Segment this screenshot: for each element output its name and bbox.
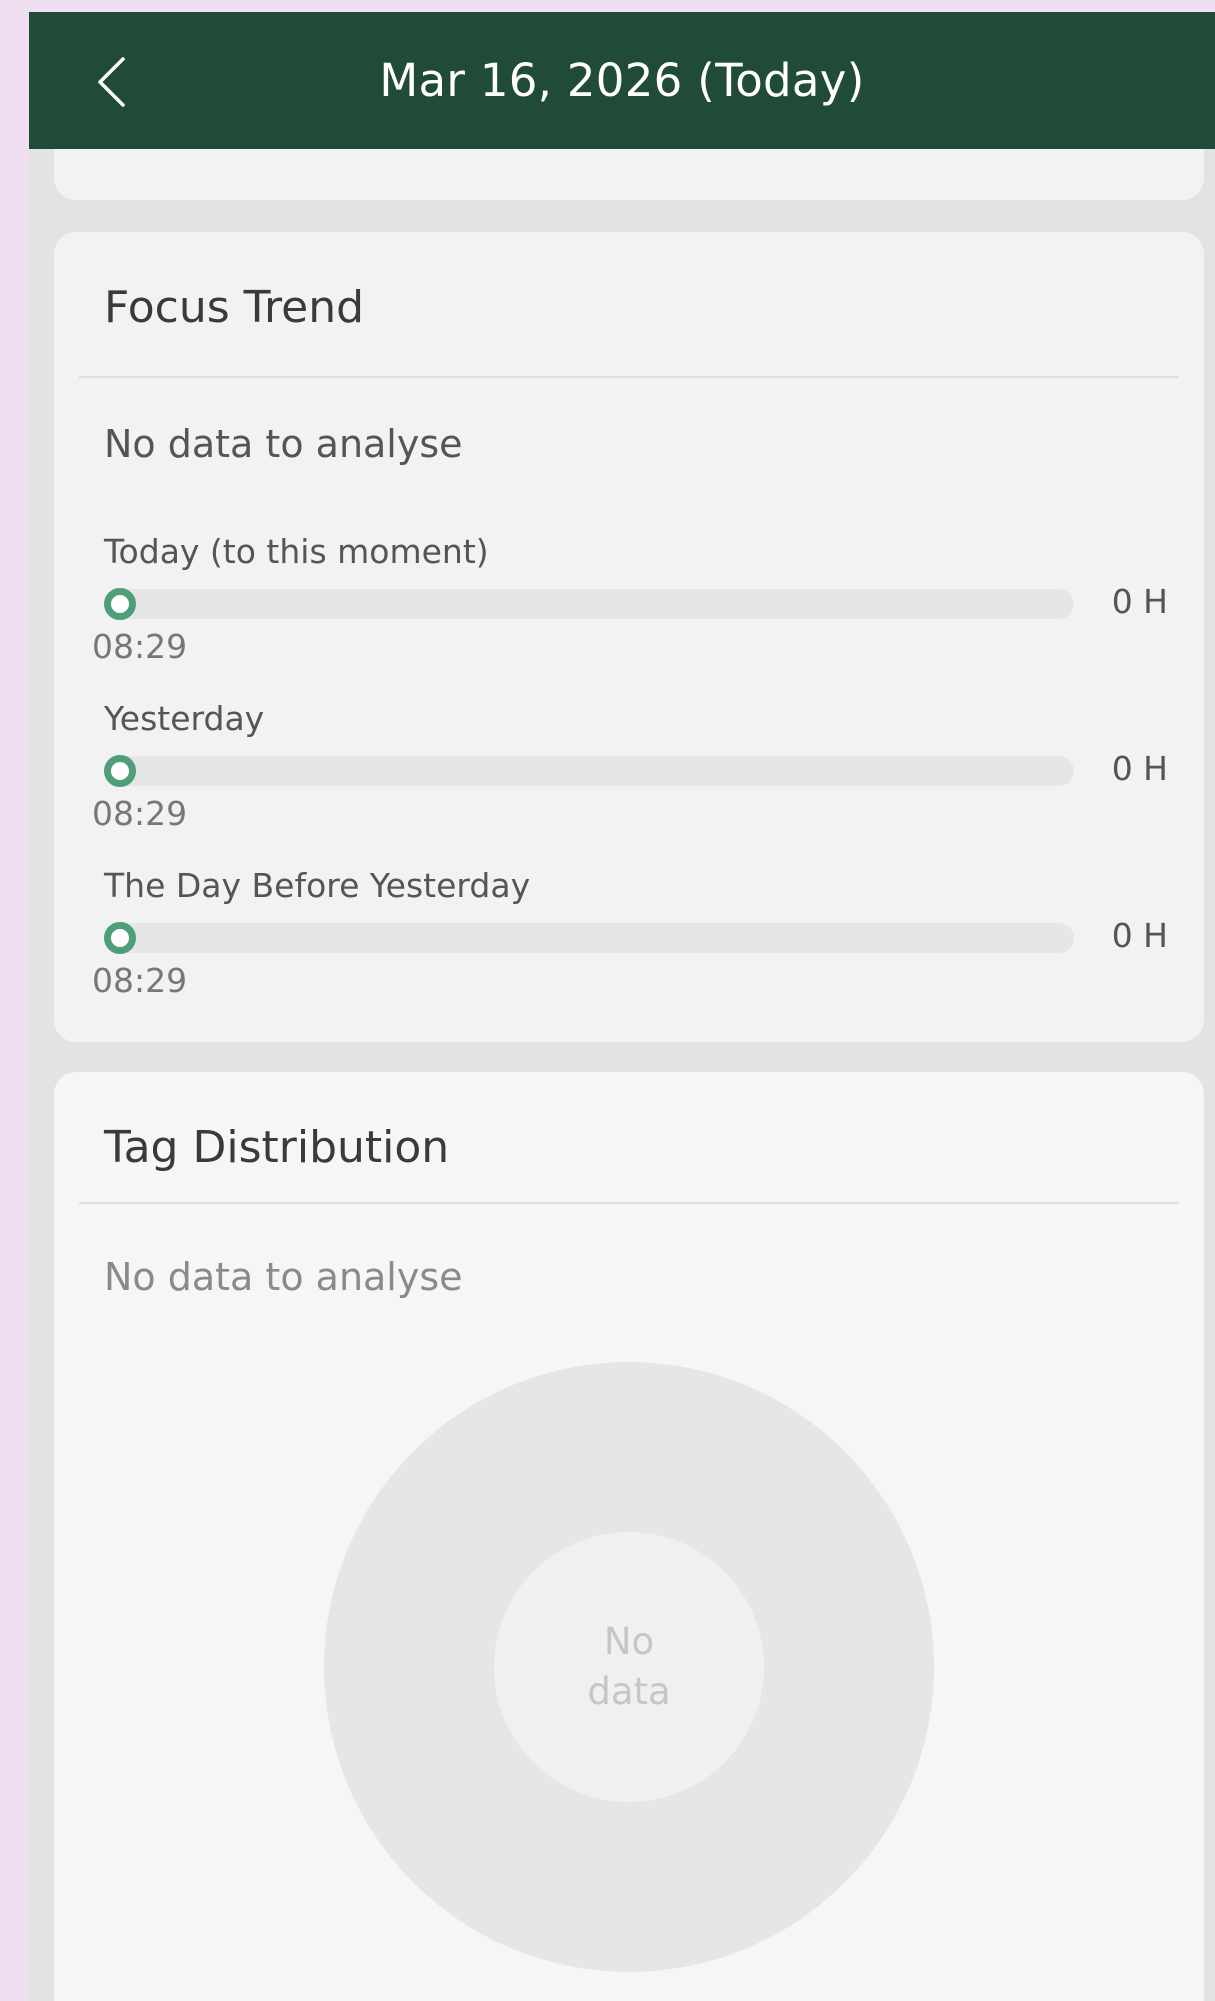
trend-label: The Day Before Yesterday	[104, 866, 531, 905]
trend-label: Yesterday	[104, 699, 265, 738]
trend-marker	[104, 588, 136, 620]
trend-value: 0 H	[1111, 582, 1168, 621]
tag-donut-chart: No data	[324, 1362, 934, 1972]
tag-distribution-no-data: No data to analyse	[104, 1255, 463, 1299]
donut-center-text: No	[603, 1620, 655, 1663]
page-title: Mar 16, 2026 (Today)	[379, 54, 865, 107]
trend-marker	[104, 922, 136, 954]
trend-track	[104, 589, 1074, 619]
tag-distribution-title: Tag Distribution	[104, 1122, 450, 1173]
trend-row-today: Today (to this moment) 0 H 08:29	[54, 532, 1204, 692]
trend-time: 08:29	[92, 794, 188, 833]
donut-center: No data	[494, 1532, 764, 1802]
trend-label: Today (to this moment)	[104, 532, 489, 571]
app-screen: Mar 16, 2026 (Today) Focus Trend No data…	[29, 12, 1215, 2001]
top-bar: Mar 16, 2026 (Today)	[29, 12, 1215, 149]
donut-center-text: data	[587, 1670, 671, 1713]
trend-track	[104, 923, 1074, 953]
trend-value: 0 H	[1111, 916, 1168, 955]
divider	[79, 376, 1179, 378]
trend-value: 0 H	[1111, 749, 1168, 788]
divider	[79, 1202, 1179, 1204]
focus-trend-no-data: No data to analyse	[104, 422, 463, 466]
trend-time: 08:29	[92, 961, 188, 1000]
trend-time: 08:29	[92, 627, 188, 666]
trend-row-day-before-yesterday: The Day Before Yesterday 0 H 08:29	[54, 866, 1204, 1026]
tag-distribution-card: Tag Distribution No data to analyse No d…	[54, 1072, 1204, 2001]
focus-trend-card: Focus Trend No data to analyse Today (to…	[54, 232, 1204, 1042]
trend-track	[104, 756, 1074, 786]
trend-row-yesterday: Yesterday 0 H 08:29	[54, 699, 1204, 859]
focus-trend-title: Focus Trend	[104, 282, 365, 333]
trend-marker	[104, 755, 136, 787]
